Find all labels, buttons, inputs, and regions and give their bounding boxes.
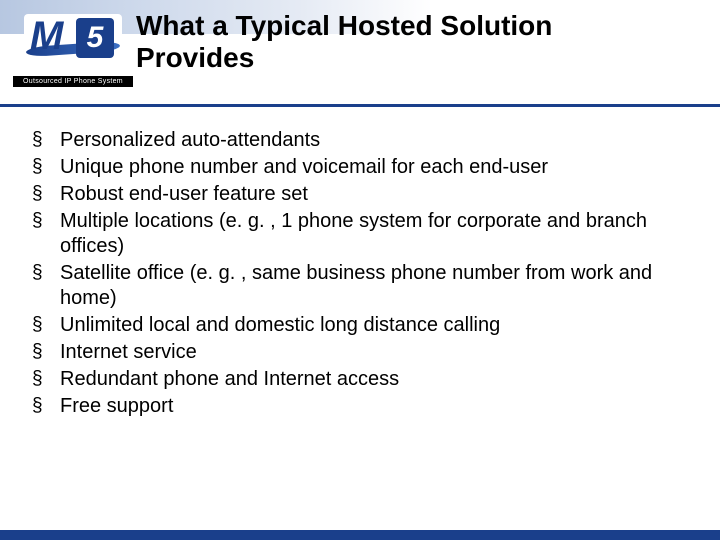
header: M 5 Outsourced IP Phone System What a Ty… [0, 0, 720, 93]
list-item: Multiple locations (e. g. , 1 phone syst… [26, 209, 690, 259]
logo-5-box: 5 [76, 18, 114, 58]
logo-tagline: Outsourced IP Phone System [13, 76, 133, 87]
list-item: Unlimited local and domestic long distan… [26, 313, 690, 338]
footer-bar [0, 530, 720, 540]
list-item: Satellite office (e. g. , same business … [26, 261, 690, 311]
logo-letter-m: M [30, 16, 61, 56]
list-item: Personalized auto-attendants [26, 128, 690, 153]
logo-number-5: 5 [87, 21, 104, 55]
header-divider [0, 104, 720, 107]
list-item: Internet service [26, 340, 690, 365]
list-item: Free support [26, 394, 690, 419]
slide-title: What a Typical Hosted Solution Provides [136, 10, 676, 74]
logo-block: M 5 Outsourced IP Phone System [18, 14, 128, 87]
slide: M 5 Outsourced IP Phone System What a Ty… [0, 0, 720, 540]
bullet-list: Personalized auto-attendants Unique phon… [26, 128, 690, 419]
content-area: Personalized auto-attendants Unique phon… [26, 128, 690, 421]
list-item: Unique phone number and voicemail for ea… [26, 155, 690, 180]
list-item: Robust end-user feature set [26, 182, 690, 207]
list-item: Redundant phone and Internet access [26, 367, 690, 392]
m5-logo: M 5 [24, 14, 122, 72]
